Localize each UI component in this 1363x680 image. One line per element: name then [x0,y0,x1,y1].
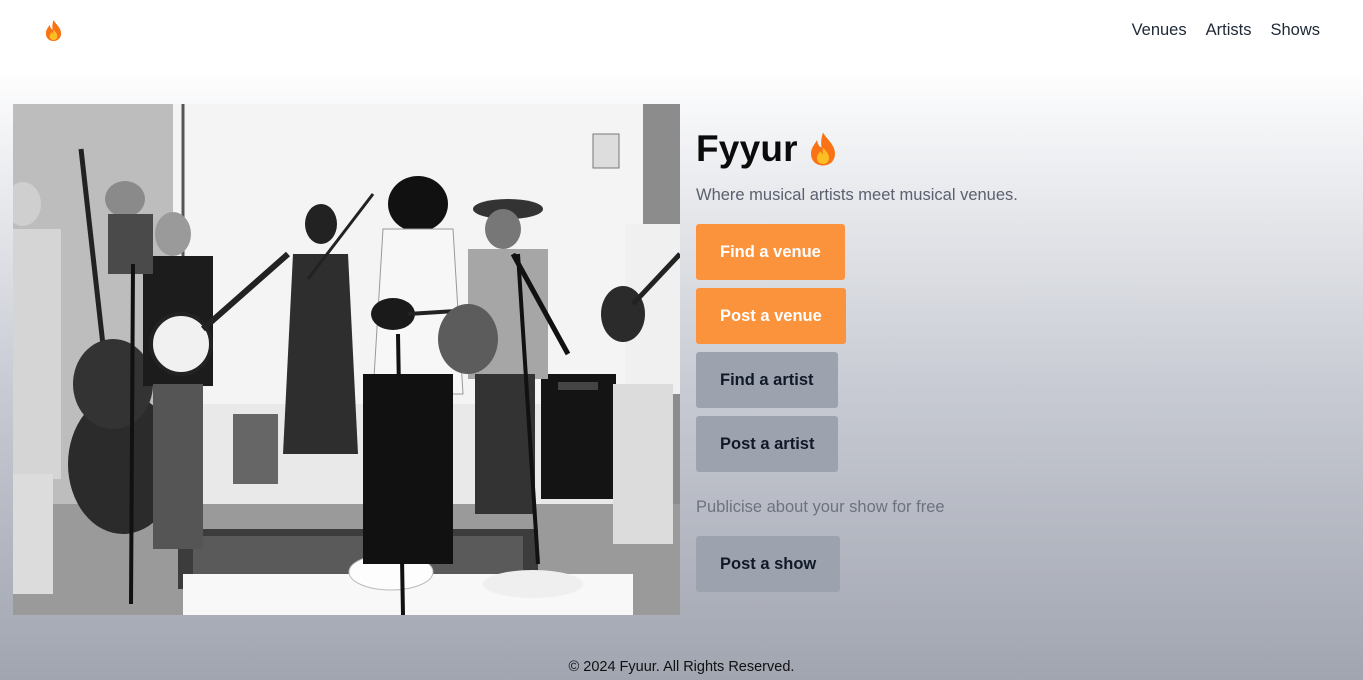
hero-heading: Fyyur [696,124,838,174]
find-artist-button[interactable]: Find a artist [696,352,838,408]
nav-venues-link[interactable]: Venues [1132,19,1187,41]
flame-icon[interactable] [44,19,63,42]
post-venue-button[interactable]: Post a venue [696,288,846,344]
post-show-button[interactable]: Post a show [696,536,841,592]
publicise-text: Publicise about your show for free [696,498,945,516]
page-title: Fyyur [696,128,798,169]
flame-icon [810,132,835,166]
nav-artists-link[interactable]: Artists [1206,19,1252,41]
find-venue-button[interactable]: Find a venue [696,224,845,280]
footer-copyright: © 2024 Fyuur. All Rights Reserved. [568,659,795,675]
main-nav: Venues Artists Shows [1132,19,1320,41]
post-artist-button[interactable]: Post a artist [696,416,839,472]
top-navbar: Venues Artists Shows [0,0,1363,62]
nav-shows-link[interactable]: Shows [1270,19,1320,41]
hero-band-photo [13,104,680,615]
hero-tagline: Where musical artists meet musical venue… [696,186,1018,204]
